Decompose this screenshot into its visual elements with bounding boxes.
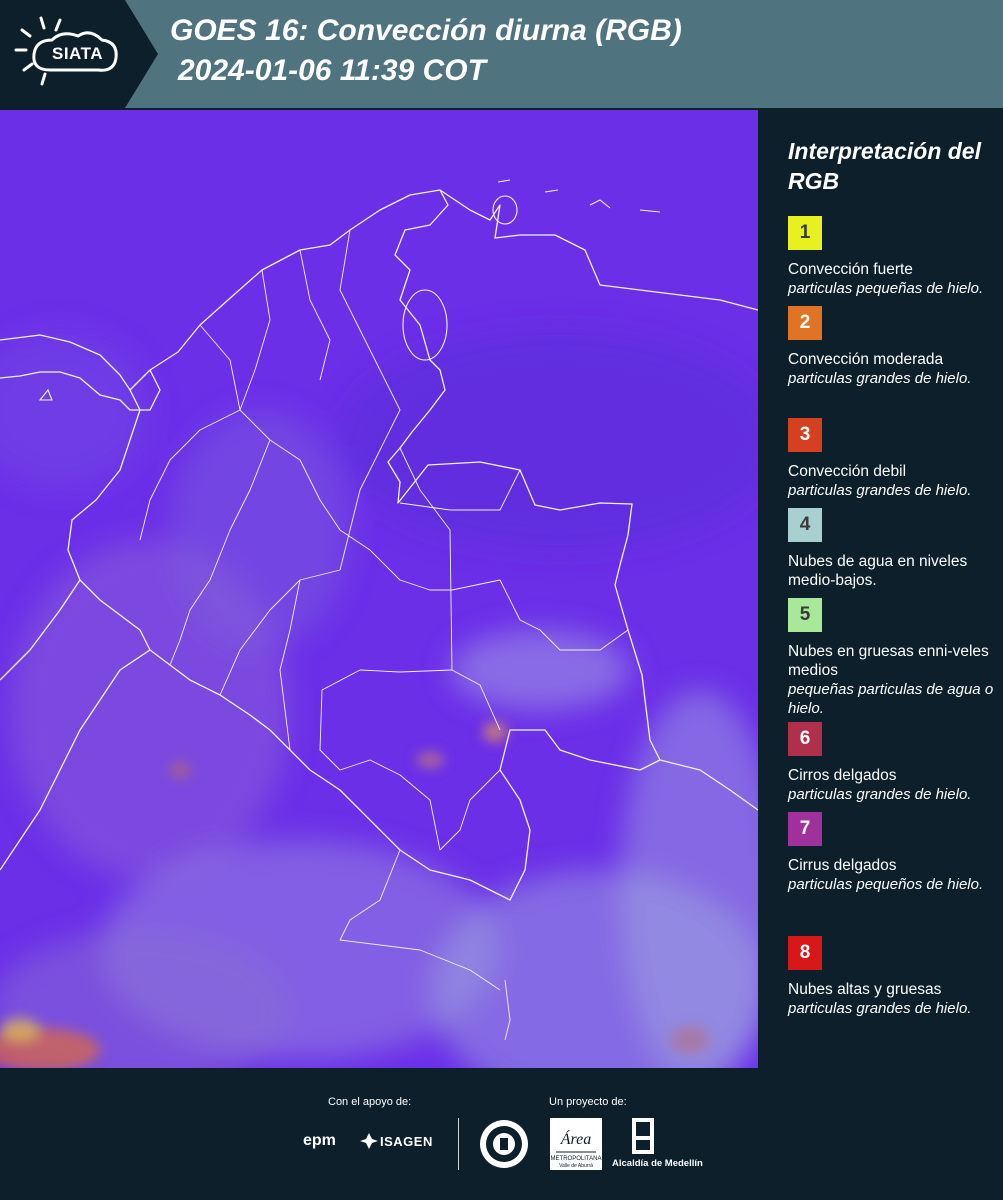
header-bar: SIATA GOES 16: Convección diurna (RGB) 2… <box>0 0 1003 108</box>
legend-sublabel: pequeñas particulas de agua o hielo. <box>788 681 994 717</box>
footer: Con el apoyo de: Un proyecto de: epm ISA… <box>0 1070 1003 1200</box>
legend-sublabel: particulas grandes de hielo. <box>788 482 972 499</box>
legend-label: Cirrus delgados <box>788 857 897 874</box>
project-label: Un proyecto de: <box>549 1096 627 1108</box>
isagen-icon <box>360 1133 378 1149</box>
legend-label: Nubes en gruesas enni-veles medios <box>788 643 989 679</box>
area-logo-sub1: METROPOLITANA <box>551 1156 602 1162</box>
area-logo-text: Área <box>560 1129 592 1148</box>
legend-item: 5 Nubes en gruesas enni-veles medios peque… <box>788 598 998 718</box>
legend-swatch: 4 <box>788 508 822 542</box>
legend-swatch: 6 <box>788 722 822 756</box>
legend-label: Convección fuerte <box>788 261 913 278</box>
legend-label: Cirros delgados <box>788 767 897 784</box>
legend-panel: Interpretación del RGB 1 Convección fuert… <box>762 110 1003 1070</box>
medellin-shield-icon <box>632 1118 654 1154</box>
satellite-map <box>0 110 758 1068</box>
legend-sublabel: particulas grandes de hielo. <box>788 1000 972 1017</box>
legend-title: Interpretación del RGB <box>788 138 981 194</box>
page-title: GOES 16: Convección diurna (RGB) <box>170 14 682 47</box>
legend-sublabel: particulas grandes de hielo. <box>788 786 972 803</box>
legend-swatch: 8 <box>788 936 822 970</box>
area-logo-sub2: Valle de Aburrá <box>559 1163 593 1169</box>
isagen-logo: ISAGEN <box>380 1134 433 1149</box>
support-label: Con el apoyo de: <box>328 1096 412 1108</box>
legend-swatch: 1 <box>788 216 822 250</box>
legend-swatch: 3 <box>788 418 822 452</box>
legend-sublabel: particulas pequeños de hielo. <box>788 876 984 893</box>
legend-swatch: 2 <box>788 306 822 340</box>
siata-logo-text: SIATA <box>52 44 103 63</box>
legend-swatch: 7 <box>788 812 822 846</box>
legend-sublabel: particulas grandes de hielo. <box>788 370 972 387</box>
legend-label: Convección debil <box>788 463 907 480</box>
legend-swatch: 5 <box>788 598 822 632</box>
legend-sublabel: particulas pequeñas de hielo. <box>788 280 984 297</box>
legend-item: 8 Nubes altas y gruesas particulas grandes… <box>788 936 998 1018</box>
legend-item: 1 Convección fuerte particulas pequeñas de… <box>788 216 998 298</box>
legend-item: 3 Convección debil particulas grandes de h… <box>788 418 998 500</box>
legend-label: Convección moderada <box>788 351 944 368</box>
legend-item: 4 Nubes de agua en niveles medio-bajos. <box>788 508 998 590</box>
legend-label: Nubes de agua en niveles medio-bajos. <box>788 553 968 589</box>
legend-label: Nubes altas y gruesas <box>788 981 942 998</box>
area-metropolitana-logo: Área METROPOLITANA Valle de Aburrá <box>550 1118 602 1170</box>
university-seal-icon <box>480 1120 528 1168</box>
epm-logo: epm <box>303 1132 336 1149</box>
footer-divider <box>458 1118 459 1170</box>
legend-item: 6 Cirros delgados particulas grandes de hi… <box>788 722 998 804</box>
legend-item: 7 Cirrus delgados particulas pequeños de h… <box>788 812 998 894</box>
legend-item: 2 Convección moderada particulas grandes d… <box>788 306 998 388</box>
alcaldia-label: Alcaldía de Medellín <box>612 1158 703 1169</box>
page-timestamp: 2024-01-06 11:39 COT <box>178 54 486 87</box>
